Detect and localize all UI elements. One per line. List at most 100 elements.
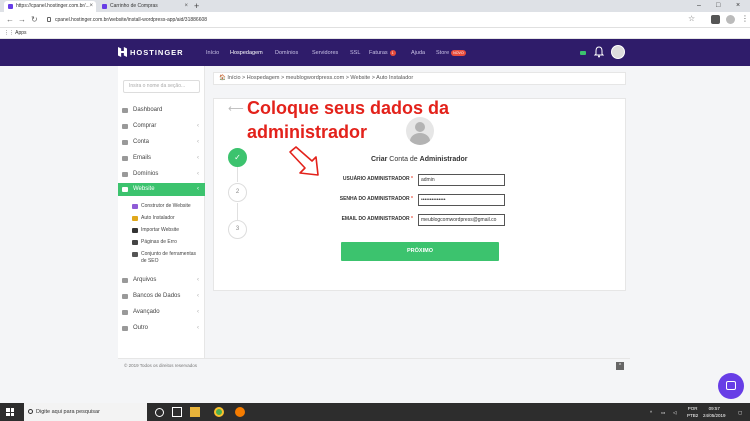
admin-user-label: USUÁRIO ADMINISTRADOR *: [320, 176, 413, 183]
admin-email-input[interactable]: meublogcomwordpress@gmail.co: [418, 214, 505, 226]
section-search-input[interactable]: Insira o nome da seção...: [123, 80, 200, 93]
close-tab-icon[interactable]: ×: [89, 1, 93, 12]
lang-primary: POR: [687, 406, 698, 411]
nav-dominios[interactable]: Domínios: [275, 49, 298, 57]
chevron-left-icon: ‹: [197, 325, 199, 331]
reload-icon[interactable]: ↻: [31, 15, 38, 25]
hostinger-logo[interactable]: HOSTINGER: [118, 47, 184, 58]
address-bar-row: ← → ↻ cpanel.hostinger.com.br/website/in…: [0, 12, 750, 28]
cortana-icon[interactable]: [155, 408, 164, 417]
extension-icon[interactable]: [711, 15, 720, 24]
sidebar-item-website[interactable]: Website ‹: [118, 183, 205, 196]
breadcrumb[interactable]: 🏠 Início > Hospedagem > meublogwordpress…: [213, 72, 626, 85]
sidebar-subitem-auto-instalador[interactable]: Auto Instalador: [132, 215, 202, 222]
sidebar-item-label: Dashboard: [133, 107, 163, 113]
sidebar-subitem-construtor[interactable]: Construtor de Website: [132, 203, 202, 210]
back-icon[interactable]: ←: [6, 15, 14, 25]
bookmark-star-icon[interactable]: ☆: [688, 14, 695, 23]
nav-faturas-label: Faturas: [369, 50, 388, 56]
sidebar-item-label: Website: [133, 186, 155, 192]
scroll-top-icon[interactable]: ^: [616, 362, 624, 370]
sidebar-item-label: Outro: [133, 325, 149, 331]
forward-icon[interactable]: →: [18, 15, 26, 25]
sidebar-subitem-paginas-erro[interactable]: Páginas de Erro: [132, 239, 202, 246]
notifications-bell-icon[interactable]: [594, 46, 604, 58]
browser-profile-icon[interactable]: [726, 15, 735, 24]
chat-bubble-icon: [726, 381, 736, 390]
nav-inicio[interactable]: Início: [206, 49, 219, 57]
builder-icon: [132, 204, 138, 209]
search-icon: [28, 409, 33, 414]
notifications-icon[interactable]: ▢: [738, 409, 742, 416]
tray-up-icon[interactable]: ^: [650, 409, 652, 416]
admin-user-input[interactable]: admin: [418, 174, 505, 186]
instruction-annotation: Coloque seus dados da administrador: [247, 98, 450, 142]
url-input[interactable]: cpanel.hostinger.com.br/website/install-…: [45, 15, 685, 25]
admin-password-input[interactable]: ••••••••••••••: [418, 194, 505, 206]
clock-time: 09:57: [708, 406, 720, 411]
chevron-left-icon: ‹: [197, 155, 199, 161]
nav-hospedagem[interactable]: Hospedagem: [230, 49, 263, 57]
nav-ssl[interactable]: SSL: [350, 49, 360, 57]
network-icon[interactable]: ▭: [661, 409, 665, 416]
browser-tab-hostinger[interactable]: https://cpanel.hostinger.com.br/... ×: [4, 1, 96, 12]
minimize-icon[interactable]: –: [697, 0, 701, 12]
task-view-icon[interactable]: [172, 407, 182, 417]
subitem-label: Conjunto de ferramentas de SEO: [141, 251, 197, 264]
nav-faturas[interactable]: Faturas 1: [369, 49, 396, 57]
sidebar-item-avancado[interactable]: Avançado ‹: [118, 306, 205, 319]
chevron-left-icon: ‹: [197, 309, 199, 315]
chrome-icon[interactable]: [214, 407, 224, 417]
nav-servidores[interactable]: Servidores: [312, 49, 338, 57]
sidebar-subitem-importar[interactable]: Importar Website: [132, 227, 202, 234]
apps-bookmark[interactable]: ⋮⋮ Apps: [4, 28, 27, 39]
file-explorer-icon[interactable]: [190, 407, 200, 417]
browser-menu-icon[interactable]: ⋮: [741, 14, 749, 24]
volume-icon[interactable]: ◁: [673, 409, 676, 416]
status-indicator-icon[interactable]: [580, 51, 586, 55]
seo-icon: [132, 252, 138, 257]
lang-secondary: PTB2: [687, 413, 699, 418]
taskbar-search-input[interactable]: Digite aqui para pesquisar: [24, 403, 147, 421]
back-arrow-icon[interactable]: ⟵: [228, 104, 244, 115]
gear-icon: [122, 326, 128, 331]
chevron-left-icon: ‹: [197, 293, 199, 299]
logo-text: HOSTINGER: [130, 48, 184, 57]
chat-button[interactable]: [718, 373, 744, 399]
sidebar-item-outro[interactable]: Outro ‹: [118, 322, 205, 335]
sidebar-item-arquivos[interactable]: Arquivos ‹: [118, 274, 205, 287]
user-avatar[interactable]: [611, 45, 625, 59]
sidebar-item-bancos[interactable]: Bancos de Dados ‹: [118, 290, 205, 303]
bookmarks-bar: ⋮⋮ Apps: [0, 28, 750, 39]
sidebar-item-dashboard[interactable]: Dashboard: [118, 104, 205, 117]
label-text: USUÁRIO ADMINISTRADOR: [342, 176, 410, 182]
new-tab-icon[interactable]: +: [194, 0, 199, 12]
clock-date: 24/05/2019: [703, 413, 726, 418]
tab-label: Carrinho de Compras: [110, 3, 158, 9]
hostinger-favicon-icon: [102, 4, 107, 9]
sidebar-item-comprar[interactable]: Comprar ‹: [118, 120, 205, 133]
firefox-icon[interactable]: [235, 407, 245, 417]
required-marker: *: [411, 216, 413, 222]
sidebar-item-conta[interactable]: Conta ‹: [118, 136, 205, 149]
close-tab-icon[interactable]: ×: [184, 1, 188, 12]
step-connector: [237, 203, 238, 220]
clock[interactable]: 09:57 24/05/2019: [703, 405, 726, 419]
windows-start-icon[interactable]: [6, 408, 14, 416]
nav-ajuda[interactable]: Ajuda: [411, 49, 425, 57]
sidebar-item-label: Emails: [133, 155, 152, 161]
nav-store[interactable]: Store NOVO: [436, 49, 466, 57]
language-indicator[interactable]: POR PTB2: [687, 405, 698, 419]
maximize-icon[interactable]: □: [716, 0, 720, 12]
step-1-complete: ✓: [228, 148, 247, 167]
title-part: Criar: [371, 156, 388, 163]
globe-icon: [122, 172, 128, 177]
annotation-arrow-icon: [289, 146, 319, 176]
sidebar-item-dominios[interactable]: Domínios ‹: [118, 168, 205, 181]
sidebar-item-emails[interactable]: Emails ‹: [118, 152, 205, 165]
sidebar-subitem-seo[interactable]: Conjunto de ferramentas de SEO: [132, 251, 202, 265]
close-window-icon[interactable]: ×: [736, 0, 740, 12]
sidebar: Insira o nome da seção... Dashboard Comp…: [118, 66, 205, 358]
browser-tab-cart[interactable]: Carrinho de Compras ×: [98, 1, 191, 12]
next-button[interactable]: PRÓXIMO: [341, 242, 499, 261]
